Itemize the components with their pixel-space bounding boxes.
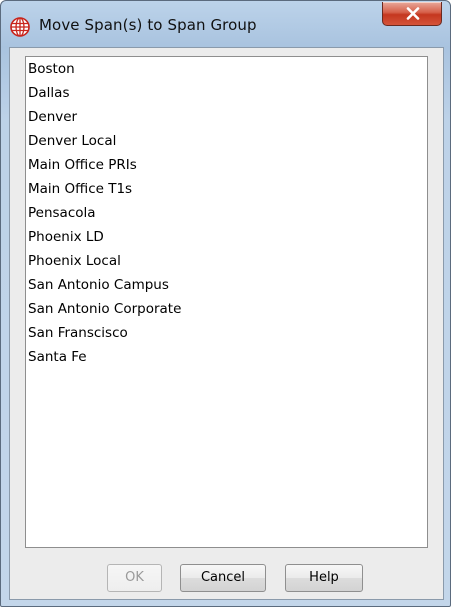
list-item[interactable]: Santa Fe [28, 345, 87, 369]
list-item[interactable]: Main Office PRIs [28, 153, 137, 177]
list-item[interactable]: Phoenix LD [28, 225, 104, 249]
close-x-icon [406, 7, 420, 20]
title-bar[interactable]: Move Span(s) to Span Group [1, 1, 451, 45]
help-button[interactable]: Help [285, 564, 363, 592]
globe-grid-icon [10, 17, 30, 37]
cancel-button[interactable]: Cancel [180, 564, 266, 592]
list-item[interactable]: Main Office T1s [28, 177, 132, 201]
close-button[interactable] [382, 2, 442, 26]
list-item[interactable]: San Franscisco [28, 321, 128, 345]
list-item[interactable]: Boston [28, 57, 75, 81]
window-title: Move Span(s) to Span Group [39, 16, 257, 34]
list-item[interactable]: Pensacola [28, 201, 96, 225]
dialog-window: Move Span(s) to Span Group Boston Dallas… [0, 0, 451, 607]
list-item[interactable]: San Antonio Corporate [28, 297, 181, 321]
span-group-list[interactable]: Boston Dallas Denver Denver Local Main O… [25, 56, 428, 548]
list-item[interactable]: Denver [28, 105, 77, 129]
list-item[interactable]: Phoenix Local [28, 249, 121, 273]
button-bar: OK Cancel Help [10, 554, 443, 599]
list-item[interactable]: Dallas [28, 81, 69, 105]
list-item[interactable]: San Antonio Campus [28, 273, 169, 297]
ok-button[interactable]: OK [107, 564, 162, 592]
list-item[interactable]: Denver Local [28, 129, 116, 153]
dialog-content: Boston Dallas Denver Denver Local Main O… [9, 47, 444, 600]
